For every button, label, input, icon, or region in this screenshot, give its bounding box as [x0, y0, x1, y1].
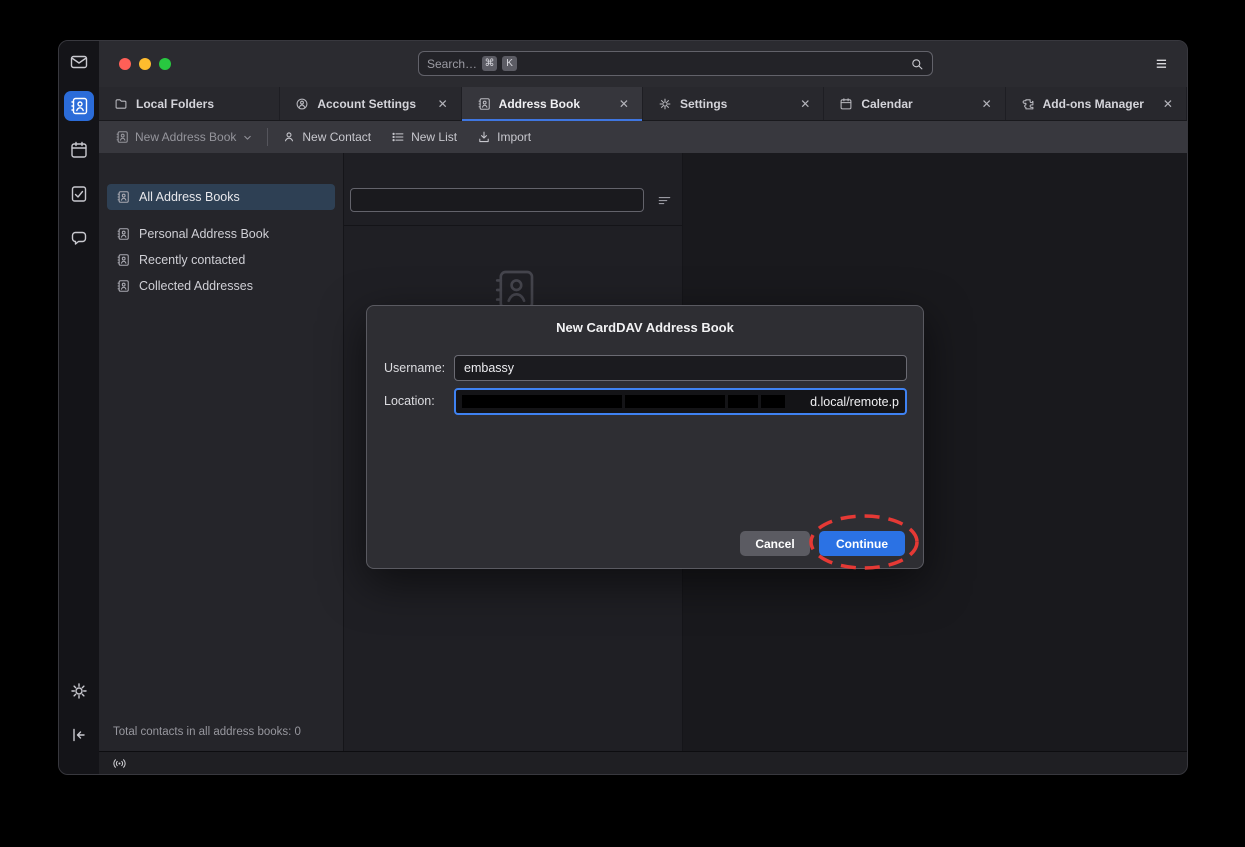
close-tab-icon[interactable]: ✕ — [1160, 95, 1176, 113]
global-search-bar[interactable]: Search… ⌘ K — [418, 51, 933, 76]
collapse-arrow-icon — [69, 725, 89, 745]
status-bar — [99, 751, 1187, 774]
address-book-icon — [477, 97, 491, 111]
dialog-title: New CardDAV Address Book — [367, 320, 923, 335]
tab-addons-manager[interactable]: Add-ons Manager ✕ — [1006, 87, 1187, 120]
contacts-search-input[interactable] — [350, 188, 644, 212]
new-carddav-dialog: New CardDAV Address Book Username: Locat… — [366, 305, 924, 569]
book-list: Personal Address Book Recently contacted… — [99, 221, 343, 299]
address-book-icon — [116, 279, 130, 293]
folder-icon — [114, 97, 128, 111]
address-book-icon — [116, 227, 130, 241]
app-menu-button[interactable]: ≡ — [1156, 55, 1167, 74]
tab-settings[interactable]: Settings ✕ — [643, 87, 824, 120]
location-label: Location: — [384, 394, 435, 408]
address-book-icon — [116, 190, 130, 204]
tab-label: Add-ons Manager — [1043, 97, 1152, 111]
tab-account-settings[interactable]: Account Settings ✕ — [280, 87, 461, 120]
app-spaces-sidebar — [59, 41, 99, 774]
location-input[interactable]: d.local/remote.p — [454, 388, 907, 415]
total-contacts-status: Total contacts in all address books: 0 — [99, 726, 343, 751]
account-settings-icon — [295, 97, 309, 111]
mail-space-button[interactable] — [64, 47, 94, 77]
import-label: Import — [497, 130, 531, 144]
gear-icon — [658, 97, 672, 111]
settings-space-button[interactable] — [64, 676, 94, 706]
new-contact-label: New Contact — [302, 130, 371, 144]
book-item-all-address-books[interactable]: All Address Books — [107, 184, 335, 210]
cmd-key-badge: ⌘ — [482, 56, 497, 71]
close-window-button[interactable] — [119, 58, 131, 70]
new-contact-button[interactable]: New Contact — [282, 130, 371, 144]
dialog-buttons: Cancel Continue — [740, 531, 905, 556]
k-key-badge: K — [502, 56, 517, 71]
display-options-icon[interactable] — [657, 193, 672, 208]
network-status-icon — [112, 756, 127, 771]
search-icon — [910, 57, 924, 71]
redaction-bar — [625, 395, 725, 408]
new-list-button[interactable]: New List — [391, 130, 457, 144]
close-tab-icon[interactable]: ✕ — [616, 95, 632, 113]
address-book-icon — [116, 253, 130, 267]
tab-local-folders[interactable]: Local Folders — [99, 87, 280, 120]
tasks-space-button[interactable] — [64, 179, 94, 209]
toolbar-separator — [267, 128, 268, 146]
calendar-space-button[interactable] — [64, 135, 94, 165]
calendar-icon — [69, 140, 89, 160]
book-item-personal[interactable]: Personal Address Book — [107, 221, 335, 247]
book-item-recently-contacted[interactable]: Recently contacted — [107, 247, 335, 273]
redaction-bar — [728, 395, 758, 408]
new-address-book-button[interactable]: New Address Book — [115, 130, 253, 144]
gear-icon — [69, 681, 89, 701]
new-contact-icon — [282, 130, 296, 144]
new-list-icon — [391, 130, 405, 144]
book-item-label: Collected Addresses — [139, 279, 253, 293]
calendar-icon — [839, 97, 853, 111]
tab-label: Calendar — [861, 97, 970, 111]
mail-icon — [69, 52, 89, 72]
puzzle-icon — [1021, 97, 1035, 111]
close-tab-icon[interactable]: ✕ — [435, 95, 451, 113]
tab-label: Settings — [680, 97, 789, 111]
traffic-lights — [99, 58, 171, 70]
title-bar: Search… ⌘ K ≡ — [99, 41, 1187, 87]
close-tab-icon[interactable]: ✕ — [979, 95, 995, 113]
close-tab-icon[interactable]: ✕ — [797, 95, 813, 113]
location-visible-text: d.local/remote.p — [810, 395, 899, 409]
tasks-icon — [69, 184, 89, 204]
new-address-book-label: New Address Book — [135, 130, 236, 144]
collapse-sidebar-button[interactable] — [64, 720, 94, 750]
contacts-search-row — [344, 153, 682, 226]
book-item-label: Recently contacted — [139, 253, 245, 267]
chat-space-button[interactable] — [64, 223, 94, 253]
book-item-label: All Address Books — [139, 190, 240, 204]
new-address-book-icon — [115, 130, 129, 144]
import-button[interactable]: Import — [477, 130, 531, 144]
tab-calendar[interactable]: Calendar ✕ — [824, 87, 1005, 120]
chat-icon — [69, 228, 89, 248]
minimize-window-button[interactable] — [139, 58, 151, 70]
redaction-bar — [462, 395, 622, 408]
tab-label: Account Settings — [317, 97, 426, 111]
new-list-label: New List — [411, 130, 457, 144]
address-book-toolbar: New Address Book New Contact New List — [99, 121, 1187, 153]
address-book-space-button[interactable] — [64, 91, 94, 121]
cancel-button[interactable]: Cancel — [740, 531, 810, 556]
zoom-window-button[interactable] — [159, 58, 171, 70]
tab-label: Address Book — [499, 97, 608, 111]
tab-address-book[interactable]: Address Book ✕ — [462, 87, 643, 120]
import-icon — [477, 130, 491, 144]
tab-bar: Local Folders Account Settings ✕ Address… — [99, 87, 1187, 121]
tab-label: Local Folders — [136, 97, 269, 111]
username-input[interactable] — [454, 355, 907, 381]
continue-button[interactable]: Continue — [819, 531, 905, 556]
redaction-bar — [761, 395, 785, 408]
username-label: Username: — [384, 361, 445, 375]
address-books-pane: All Address Books Personal Address Book … — [99, 153, 343, 751]
chevron-down-icon — [242, 132, 253, 143]
book-item-collected-addresses[interactable]: Collected Addresses — [107, 273, 335, 299]
book-item-label: Personal Address Book — [139, 227, 269, 241]
address-book-icon — [69, 96, 89, 116]
search-placeholder: Search… — [427, 57, 477, 71]
